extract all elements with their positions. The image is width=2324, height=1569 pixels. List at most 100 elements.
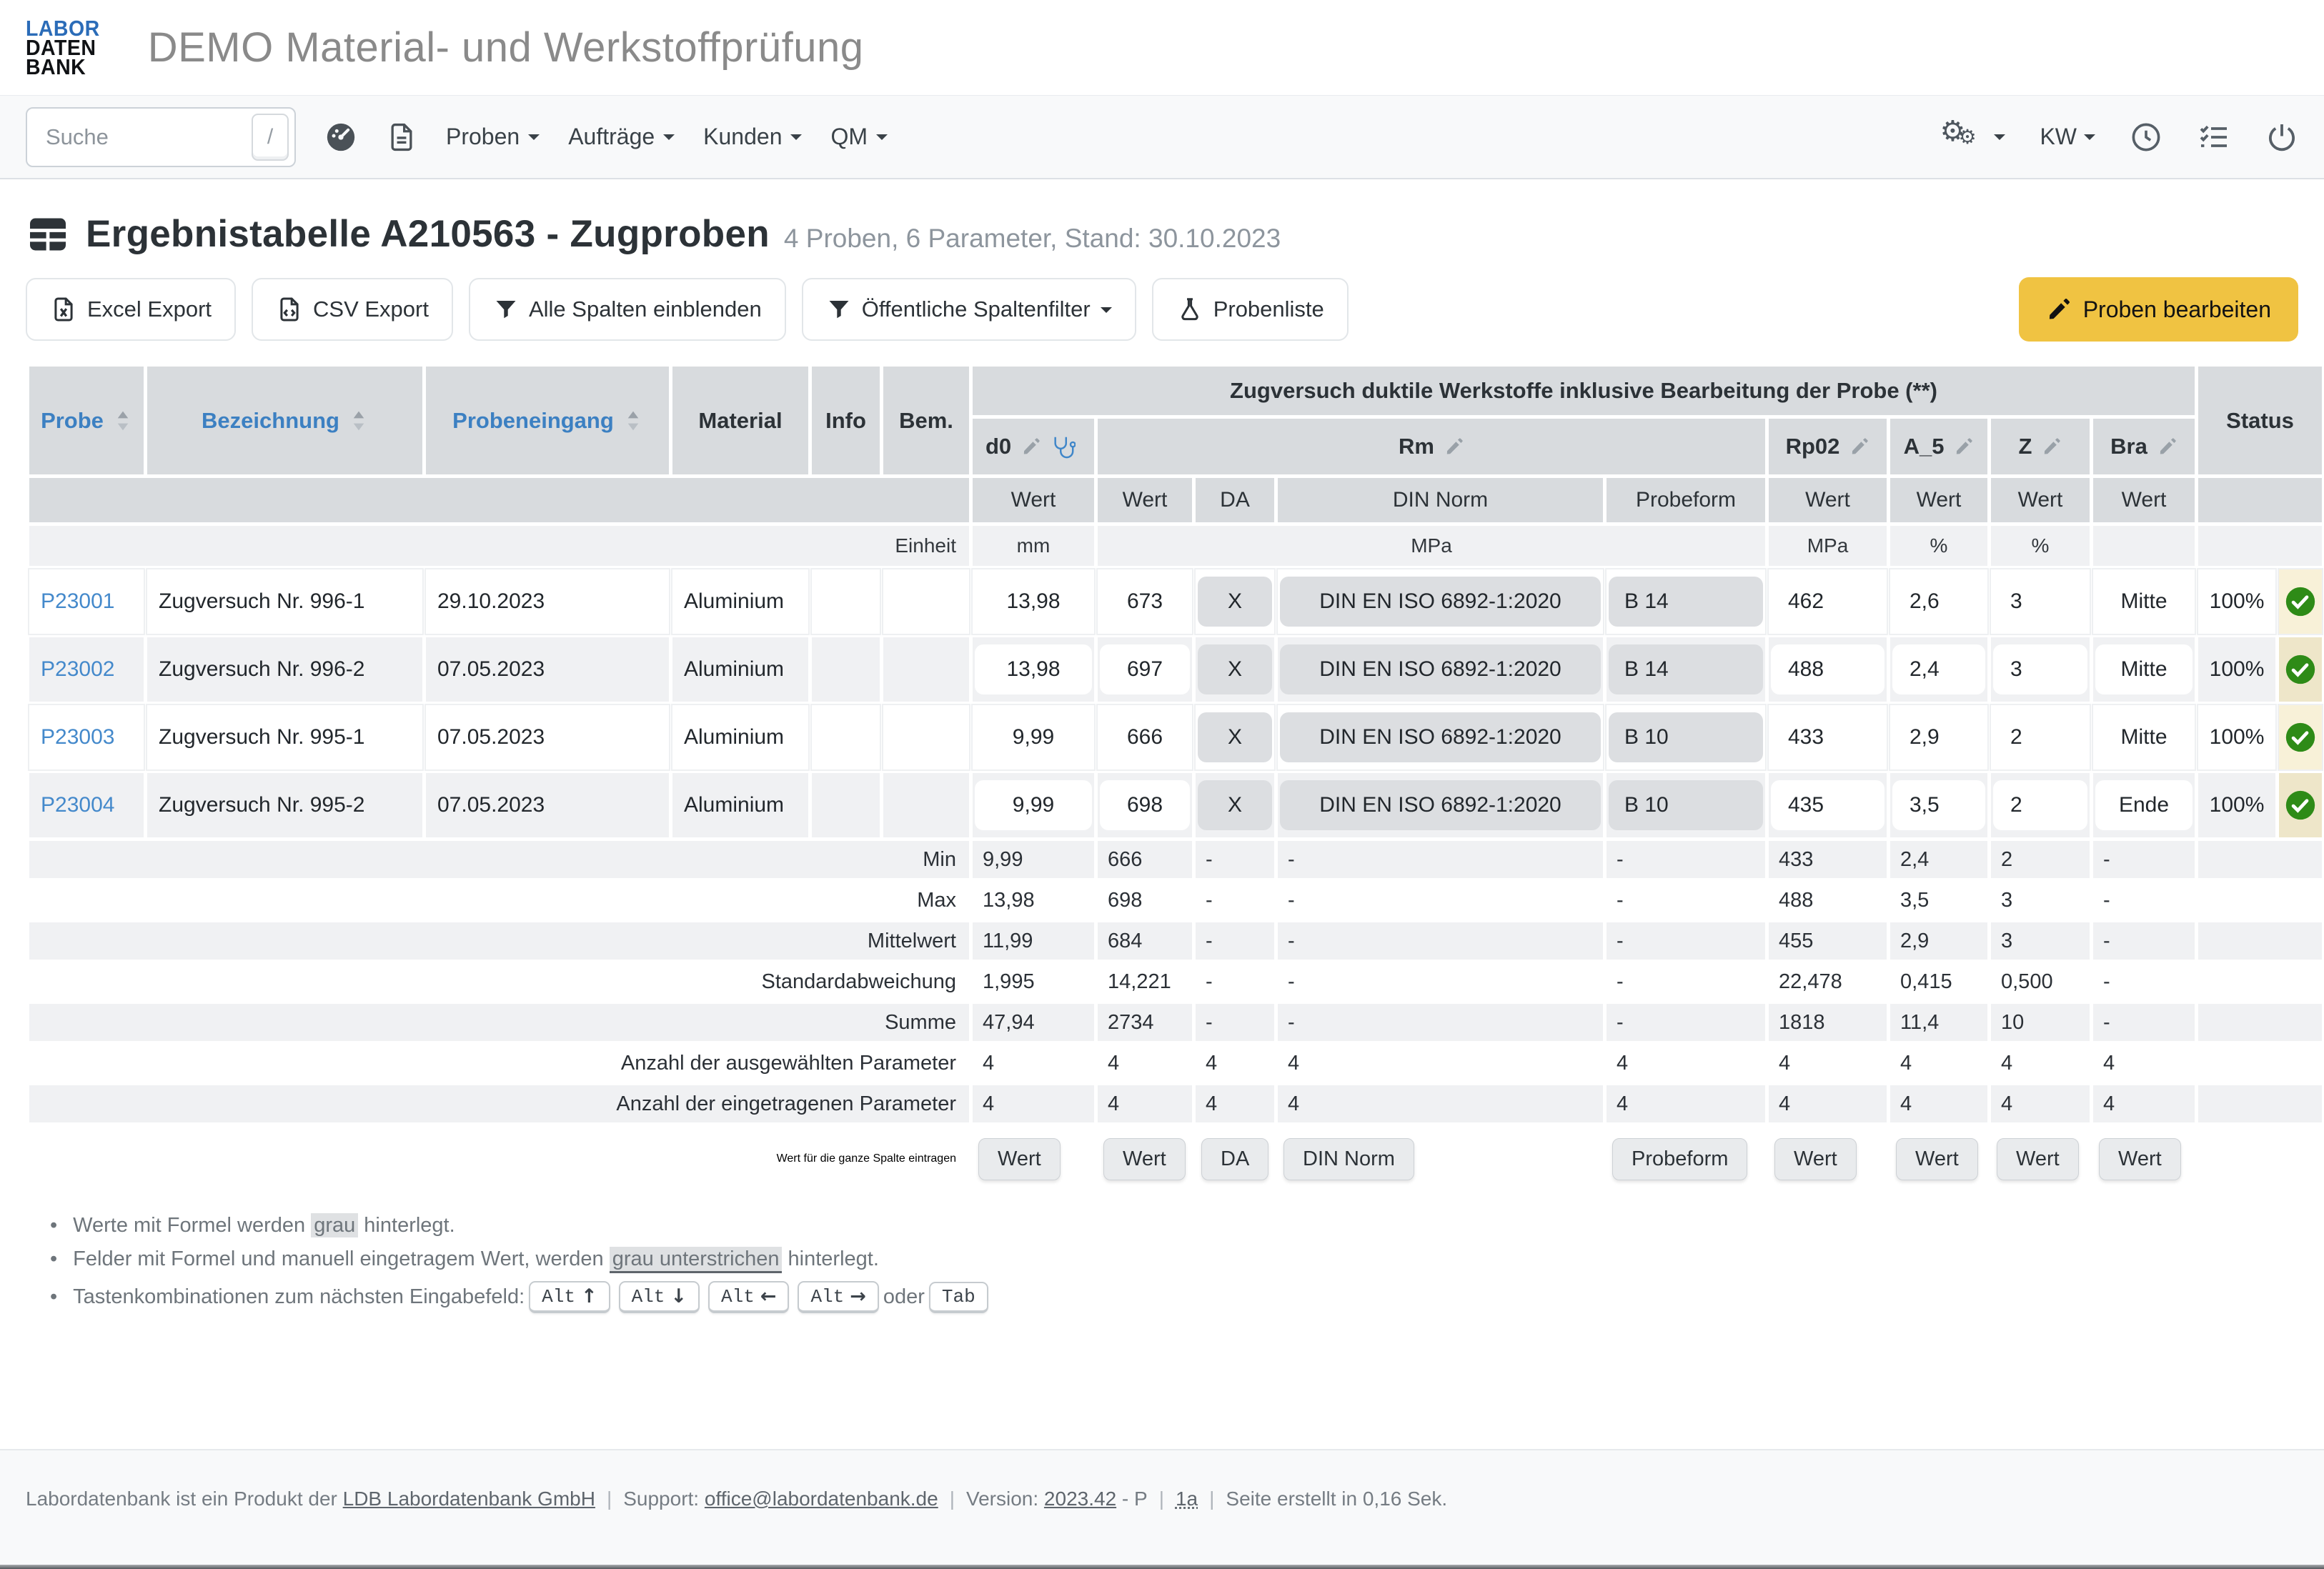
fill-rp02-wert-button[interactable]: Wert xyxy=(1774,1138,1857,1180)
pencil-icon[interactable] xyxy=(1021,437,1041,457)
checklist-icon[interactable] xyxy=(2197,120,2231,154)
d0-label: d0 xyxy=(985,434,1011,459)
a5-input[interactable]: 2,4 xyxy=(1892,644,1985,694)
chevron-down-icon xyxy=(1994,134,2005,146)
rp02-input[interactable]: 488 xyxy=(1771,644,1884,694)
z-input[interactable]: 2 xyxy=(1993,712,2087,762)
stats-row-anzahl-ausgewaehlt: Anzahl der ausgewählten Parameter 4 4 4 … xyxy=(29,1045,2322,1082)
rm-input[interactable]: 697 xyxy=(1100,644,1190,694)
public-column-filters-button[interactable]: Öffentliche Spaltenfilter xyxy=(802,278,1136,341)
rp02-input[interactable]: 433 xyxy=(1771,712,1884,762)
pencil-icon[interactable] xyxy=(2042,437,2062,457)
csv-export-button[interactable]: CSV Export xyxy=(252,278,453,341)
z-input[interactable]: 3 xyxy=(1993,644,2087,694)
fill-din-norm-button[interactable]: DIN Norm xyxy=(1283,1138,1414,1180)
bra-input[interactable]: Mitte xyxy=(2095,644,2193,694)
ldb-gmbh-link[interactable]: LDB Labordatenbank GmbH xyxy=(343,1488,595,1510)
fill-a5-wert-button[interactable]: Wert xyxy=(1896,1138,1978,1180)
a5-input[interactable]: 2,9 xyxy=(1892,712,1985,762)
probe-link[interactable]: P23003 xyxy=(29,725,114,749)
check-circle-icon xyxy=(2285,790,2316,821)
funnel-icon xyxy=(493,297,519,322)
rm-input[interactable]: 698 xyxy=(1100,780,1190,830)
clock-icon[interactable] xyxy=(2130,121,2162,154)
fill-z-wert-button[interactable]: Wert xyxy=(1997,1138,2079,1180)
support-email-link[interactable]: office@labordatenbank.de xyxy=(705,1488,938,1510)
fill-bra-wert-button[interactable]: Wert xyxy=(2099,1138,2181,1180)
fill-rm-wert-button[interactable]: Wert xyxy=(1103,1138,1186,1180)
rm-input[interactable]: 673 xyxy=(1100,577,1190,627)
pencil-icon[interactable] xyxy=(1954,437,1974,457)
menu-qm[interactable]: QM xyxy=(830,124,888,150)
edit-samples-button[interactable]: Proben bearbeiten xyxy=(2019,277,2298,342)
page-footer: Labordatenbank ist ein Produkt der LDB L… xyxy=(0,1449,2324,1569)
z-input[interactable]: 2 xyxy=(1993,780,2087,830)
rm-input[interactable]: 666 xyxy=(1100,712,1190,762)
column-header-bezeichnung[interactable]: Bezeichnung xyxy=(147,367,422,474)
da-field[interactable]: X xyxy=(1198,577,1272,627)
file-csv-icon xyxy=(276,296,303,323)
din-norm-field[interactable]: DIN EN ISO 6892-1:2020 xyxy=(1280,780,1601,830)
chevron-down-icon xyxy=(2084,134,2095,146)
fill-d0-wert-button[interactable]: Wert xyxy=(978,1138,1061,1180)
kw-menu[interactable]: KW xyxy=(2040,124,2095,150)
pencil-icon[interactable] xyxy=(2157,437,2177,457)
labordatenbank-logo[interactable]: LABOR DATEN BANK xyxy=(26,19,100,76)
da-field[interactable]: X xyxy=(1198,644,1272,694)
bezeichnung-cell: Zugversuch Nr. 996-1 xyxy=(147,569,422,634)
probeform-field[interactable]: B 10 xyxy=(1609,780,1763,830)
column-header-probeneingang[interactable]: Probeneingang xyxy=(426,367,669,474)
settings-gears-menu[interactable]: ⚙⚙ xyxy=(1940,119,2005,155)
da-field[interactable]: X xyxy=(1198,780,1272,830)
probeform-field[interactable]: B 14 xyxy=(1609,644,1763,694)
da-field[interactable]: X xyxy=(1198,712,1272,762)
stethoscope-icon[interactable] xyxy=(1051,434,1076,459)
d0-input[interactable]: 13,98 xyxy=(975,644,1092,694)
bezeichnung-header-label: Bezeichnung xyxy=(202,408,339,434)
menu-kunden[interactable]: Kunden xyxy=(703,124,802,150)
rp02-input[interactable]: 462 xyxy=(1771,577,1884,627)
document-icon[interactable] xyxy=(386,121,417,153)
probe-link[interactable]: P23002 xyxy=(29,657,114,681)
pencil-icon[interactable] xyxy=(1849,437,1869,457)
version-link[interactable]: 2023.42 xyxy=(1044,1488,1116,1510)
din-norm-field[interactable]: DIN EN ISO 6892-1:2020 xyxy=(1280,712,1601,762)
revision-link[interactable]: 1a xyxy=(1176,1488,1198,1510)
pencil-icon[interactable] xyxy=(1444,437,1464,457)
bra-input[interactable]: Mitte xyxy=(2095,577,2193,627)
excel-export-button[interactable]: Excel Export xyxy=(26,278,236,341)
bra-input[interactable]: Mitte xyxy=(2095,712,2193,762)
bem-cell xyxy=(883,705,969,769)
probe-link[interactable]: P23001 xyxy=(29,589,114,613)
a5-input[interactable]: 2,6 xyxy=(1892,577,1985,627)
sample-list-button[interactable]: Probenliste xyxy=(1152,278,1349,341)
menu-auftraege[interactable]: Aufträge xyxy=(568,124,675,150)
bra-label: Bra xyxy=(2110,434,2147,459)
sort-icon xyxy=(349,409,368,433)
bra-input[interactable]: Ende xyxy=(2095,780,2193,830)
stats-label: Min xyxy=(29,841,969,878)
pencil-icon xyxy=(2046,297,2072,322)
logout-power-icon[interactable] xyxy=(2265,121,2298,154)
a5-input[interactable]: 3,5 xyxy=(1892,780,1985,830)
din-norm-field[interactable]: DIN EN ISO 6892-1:2020 xyxy=(1280,577,1601,627)
fill-da-button[interactable]: DA xyxy=(1201,1138,1268,1180)
column-header-probe[interactable]: Probe xyxy=(29,367,144,474)
d0-input[interactable]: 9,99 xyxy=(975,780,1092,830)
probe-link[interactable]: P23004 xyxy=(29,793,114,817)
subheader-a5-wert: Wert xyxy=(1890,478,1987,522)
einheit-label: Einheit xyxy=(29,526,969,566)
dashboard-gauge-icon[interactable] xyxy=(324,121,357,154)
rm-label: Rm xyxy=(1399,434,1434,459)
z-input[interactable]: 3 xyxy=(1993,577,2087,627)
show-all-columns-button[interactable]: Alle Spalten einblenden xyxy=(469,278,786,341)
probeneingang-cell: 07.05.2023 xyxy=(426,773,669,837)
rp02-input[interactable]: 435 xyxy=(1771,780,1884,830)
fill-probeform-button[interactable]: Probeform xyxy=(1612,1138,1747,1180)
d0-input[interactable]: 13,98 xyxy=(975,577,1092,627)
menu-proben[interactable]: Proben xyxy=(446,124,540,150)
din-norm-field[interactable]: DIN EN ISO 6892-1:2020 xyxy=(1280,644,1601,694)
probeform-field[interactable]: B 14 xyxy=(1609,577,1763,627)
d0-input[interactable]: 9,99 xyxy=(975,712,1092,762)
probeform-field[interactable]: B 10 xyxy=(1609,712,1763,762)
